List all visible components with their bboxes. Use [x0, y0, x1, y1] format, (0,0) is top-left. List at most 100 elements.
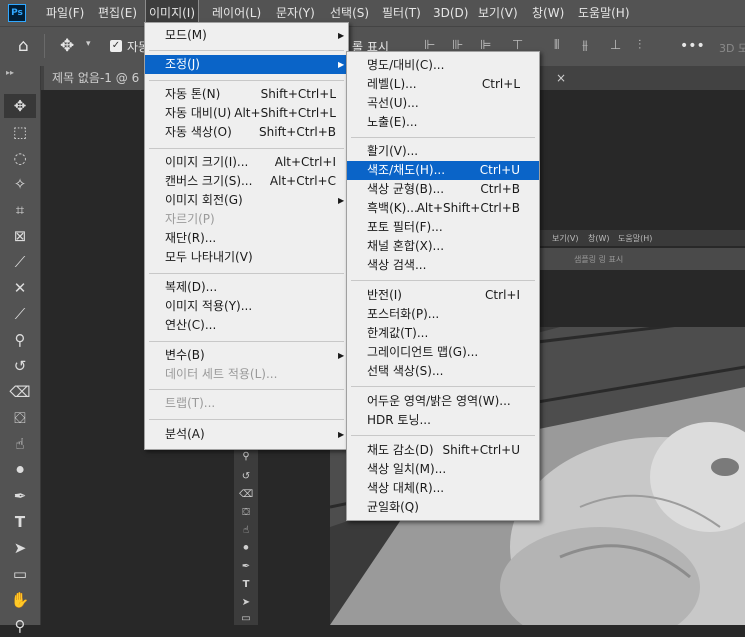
menu-window[interactable]: 창(W) [532, 0, 564, 26]
menu-item-reveal-all[interactable]: 모두 나타내기(V) [145, 248, 348, 267]
frame-tool-icon[interactable]: ⊠ [8, 225, 32, 247]
menu-item-levels[interactable]: 레벨(L)... Ctrl+L [347, 75, 539, 94]
type-tool-icon[interactable]: T [8, 511, 32, 533]
pen-tool-icon[interactable]: ✒ [8, 485, 32, 507]
menu-item-auto-tone[interactable]: 자동 톤(N) Shift+Ctrl+L [145, 85, 348, 104]
menu-item-selective-color[interactable]: 선택 색상(S)... [347, 362, 539, 381]
submenu-arrow-icon: ▶ [338, 31, 345, 40]
menu-item-invert[interactable]: 반전(I) Ctrl+I [347, 286, 539, 305]
eyedropper-tool-icon[interactable]: ⟋ [8, 251, 32, 273]
menu-item-image-rotation[interactable]: 이미지 회전(G) ▶ [145, 191, 348, 210]
smudge-tool-icon[interactable]: ☝ [8, 433, 32, 455]
menu-item-label: 자동 색상(O) [165, 125, 232, 139]
menu-item-brightness-contrast[interactable]: 명도/대비(C)... [347, 56, 539, 75]
rectangle-tool-icon[interactable]: ▭ [8, 563, 32, 585]
path-selection-tool-icon[interactable]: ➤ [8, 537, 32, 559]
menu-help[interactable]: 도움말(H) [578, 0, 630, 26]
hand-tool-icon[interactable]: ✋ [8, 589, 32, 611]
menu-item-curves[interactable]: 곡선(U)... [347, 94, 539, 113]
collapse-panel-icon[interactable]: ▸▸ [6, 68, 14, 77]
crop-tool-icon[interactable]: ⌗ [8, 199, 32, 221]
menu-item-apply-data-set[interactable]: 데이터 세트 적용(L)... [145, 365, 348, 384]
menu-item-threshold[interactable]: 한계값(T)... [347, 324, 539, 343]
menu-item-channel-mixer[interactable]: 채널 혼합(X)... [347, 237, 539, 256]
menu-item-label: 그레이디언트 맵(G)... [367, 345, 479, 359]
menu-item-label: 색상 검색... [367, 258, 427, 272]
menu-item-color-lookup[interactable]: 색상 검색... [347, 256, 539, 275]
submenu-arrow-icon: ▶ [338, 351, 345, 360]
menu-item-variables[interactable]: 변수(B) ▶ [145, 346, 348, 365]
menu-item-gradient-map[interactable]: 그레이디언트 맵(G)... [347, 343, 539, 362]
eraser-tool-icon[interactable]: ⌫ [8, 381, 32, 403]
move-tool-icon[interactable]: ✥ [60, 36, 74, 56]
document-tab[interactable]: 제목 없음-1 @ 6 [44, 66, 154, 90]
distribute-bottom-icon[interactable]: ⊥ [610, 38, 621, 53]
menu-item-label: 채도 감소(D) [367, 443, 434, 457]
zoom-tool-icon[interactable]: ⚲ [8, 615, 32, 637]
home-icon[interactable]: ⌂ [18, 36, 38, 56]
menu-3d[interactable]: 3D(D) [433, 0, 468, 26]
menu-item-trim[interactable]: 재단(R)... [145, 229, 348, 248]
chevron-down-icon[interactable]: ▾ [86, 39, 91, 49]
menu-item-adjustments[interactable]: 조정(J) ▶ [145, 55, 348, 74]
menu-item-image-size[interactable]: 이미지 크기(I)... Alt+Ctrl+I [145, 153, 348, 172]
divider [44, 34, 45, 58]
lasso-tool-icon[interactable]: ◌ [8, 147, 32, 169]
menu-item-duplicate[interactable]: 복제(D)... [145, 278, 348, 297]
distribute-center-icon[interactable]: ⫵ [582, 38, 588, 53]
more-options-icon[interactable]: ••• [680, 38, 705, 54]
clone-stamp-tool-icon[interactable]: ⚲ [8, 329, 32, 351]
menu-item-shadows-highlights[interactable]: 어두운 영역/밝은 영역(W)... [347, 392, 539, 411]
menu-item-crop[interactable]: 자르기(P) [145, 210, 348, 229]
brush-tool-icon[interactable]: ⟋ [8, 303, 32, 325]
menu-view[interactable]: 보기(V) [478, 0, 518, 26]
menu-item-mode[interactable]: 모드(M) ▶ [145, 26, 348, 45]
menu-file[interactable]: 파일(F) [46, 0, 84, 26]
menu-separator [149, 389, 344, 390]
healing-brush-tool-icon[interactable]: ✕ [8, 277, 32, 299]
menu-item-black-white[interactable]: 흑백(K)... Alt+Shift+Ctrl+B [347, 199, 539, 218]
background-window-options: 샘플링 링 표시 [540, 248, 745, 270]
menu-item-label: 복제(D)... [165, 280, 218, 294]
history-brush-tool-icon[interactable]: ↺ [8, 355, 32, 377]
marquee-tool-icon[interactable]: ⬚ [8, 121, 32, 143]
move-tool-icon[interactable]: ✥ [8, 95, 32, 117]
menu-edit[interactable]: 편집(E) [98, 0, 137, 26]
close-tab-icon[interactable]: × [556, 71, 566, 85]
menu-item-desaturate[interactable]: 채도 감소(D) Shift+Ctrl+U [347, 441, 539, 460]
menu-item-equalize[interactable]: 균일화(Q) [347, 498, 539, 517]
background-window-menubar: 보기(V) 창(W) 도움말(H) [540, 230, 745, 246]
dodge-tool-icon[interactable]: ⚫ [8, 459, 32, 481]
menu-item-trap[interactable]: 트랩(T)... [145, 394, 348, 413]
menu-item-replace-color[interactable]: 색상 대체(R)... [347, 479, 539, 498]
menu-item-hdr-toning[interactable]: HDR 토닝... [347, 411, 539, 430]
menu-separator [149, 273, 344, 274]
distribute-spacing-icon[interactable]: ⫶ [638, 38, 641, 53]
menu-item-vibrance[interactable]: 활기(V)... [347, 142, 539, 161]
menu-item-apply-image[interactable]: 이미지 적용(Y)... [145, 297, 348, 316]
menu-item-color-balance[interactable]: 색상 균형(B)... Ctrl+B [347, 180, 539, 199]
menu-item-exposure[interactable]: 노출(E)... [347, 113, 539, 132]
mini-type-icon: T [242, 579, 250, 590]
menu-filter[interactable]: 필터(T) [382, 0, 421, 26]
menu-item-label: 한계값(T)... [367, 326, 429, 340]
auto-select-checkbox[interactable]: ✓ [110, 40, 122, 52]
menu-item-auto-contrast[interactable]: 자동 대비(U) Alt+Shift+Ctrl+L [145, 104, 348, 123]
adjustments-submenu: 명도/대비(C)... 레벨(L)... Ctrl+L 곡선(U)... 노출(… [346, 51, 540, 521]
mini-bucket-icon: ⛋ [242, 507, 250, 518]
menu-item-analysis[interactable]: 분석(A) ▶ [145, 425, 348, 444]
menu-item-canvas-size[interactable]: 캔버스 크기(S)... Alt+Ctrl+C [145, 172, 348, 191]
menu-item-hue-saturation[interactable]: 색조/채도(H)... Ctrl+U [347, 161, 539, 180]
menu-item-posterize[interactable]: 포스터화(P)... [347, 305, 539, 324]
menu-item-label: 이미지 적용(Y)... [165, 299, 253, 313]
menu-item-auto-color[interactable]: 자동 색상(O) Shift+Ctrl+B [145, 123, 348, 142]
distribute-icon[interactable]: ⫴ [554, 38, 559, 53]
menu-item-label: 색상 대체(R)... [367, 481, 445, 495]
menu-item-match-color[interactable]: 색상 일치(M)... [347, 460, 539, 479]
magic-wand-tool-icon[interactable]: ✧ [8, 173, 32, 195]
menu-item-calculations[interactable]: 연산(C)... [145, 316, 348, 335]
menu-item-label: 이미지 회전(G) [165, 193, 243, 207]
submenu-arrow-icon: ▶ [338, 196, 345, 205]
menu-item-photo-filter[interactable]: 포토 필터(F)... [347, 218, 539, 237]
paint-bucket-tool-icon[interactable]: ⛋ [8, 407, 32, 429]
